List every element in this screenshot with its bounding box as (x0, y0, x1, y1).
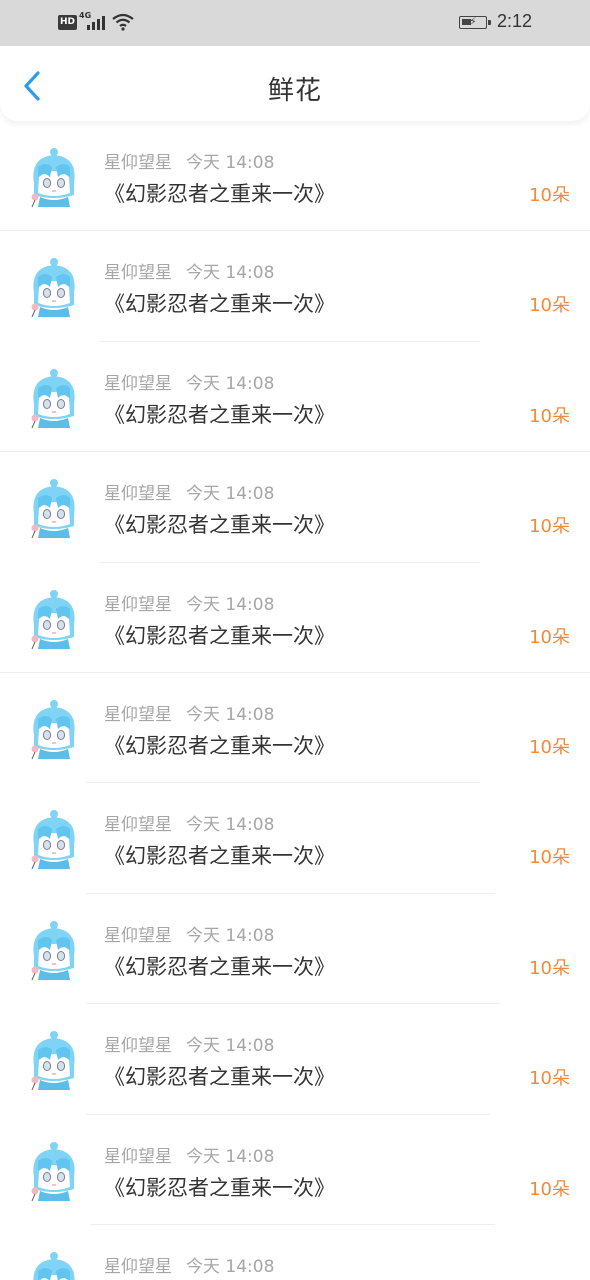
timestamp: 今天 14:08 (186, 815, 275, 836)
item-meta: 星仰望星 今天 14:08 (104, 148, 274, 173)
list-item[interactable]: 星仰望星 今天 14:08 《幻影忍者之重来一次》 10朵 (0, 342, 590, 453)
hd-indicator: HD (58, 15, 78, 30)
user-name: 星仰望星 (104, 263, 172, 284)
user-name: 星仰望星 (104, 704, 172, 725)
flower-count: 10朵 (529, 185, 570, 206)
item-meta: 星仰望星 今天 14:08 (104, 921, 274, 946)
item-meta: 星仰望星 今天 14:08 (104, 1142, 274, 1167)
flower-count: 10朵 (529, 516, 570, 538)
timestamp: 今天 14:08 (186, 1256, 275, 1277)
flower-count: 10朵 (529, 1068, 570, 1090)
battery-charging-icon: ⚡ (459, 15, 491, 29)
user-name: 星仰望星 (104, 815, 172, 836)
list-item[interactable]: 星仰望星 今天 14:08 《幻影忍者之重来一次》 10朵 (0, 673, 590, 784)
flower-count: 10朵 (529, 626, 570, 648)
avatar (26, 147, 82, 209)
timestamp: 今天 14:08 (186, 263, 275, 284)
timestamp: 今天 14:08 (186, 153, 275, 173)
avatar (26, 368, 82, 430)
list-item[interactable]: 星仰望星 今天 14:08 《幻影忍者之重来一次》 10朵 (0, 1004, 590, 1115)
list-item[interactable]: 星仰望星 今天 14:08 《幻影忍者之重来一次》 10朵 (0, 1115, 590, 1225)
book-title: 《幻影忍者之重来一次》 (104, 182, 335, 206)
timestamp: 今天 14:08 (186, 704, 275, 725)
navigation-header: 鲜花 (0, 46, 590, 121)
avatar (26, 589, 82, 651)
list-item[interactable]: 星仰望星 今天 14:08 《幻影忍者之重来一次》 10朵 (0, 783, 590, 894)
user-name: 星仰望星 (104, 153, 172, 173)
book-title: 《幻影忍者之重来一次》 (104, 733, 335, 758)
item-meta: 星仰望星 今天 14:08 (104, 1031, 274, 1056)
avatar (26, 478, 82, 540)
book-title: 《幻影忍者之重来一次》 (104, 623, 335, 648)
flower-count: 10朵 (529, 847, 570, 869)
timestamp: 今天 14:08 (186, 373, 275, 394)
wifi-icon (112, 13, 134, 35)
avatar (26, 809, 82, 871)
item-meta: 星仰望星 今天 14:08 (104, 810, 274, 835)
item-meta: 星仰望星 今天 14:08 (104, 369, 274, 394)
status-bar: HD 4G ⚡ 2:12 (0, 0, 590, 46)
flower-count: 10朵 (529, 736, 570, 758)
timestamp: 今天 14:08 (186, 1146, 275, 1167)
user-name: 星仰望星 (104, 925, 172, 946)
timestamp: 今天 14:08 (186, 594, 275, 615)
item-meta: 星仰望星 今天 14:08 (104, 258, 274, 283)
signal-icon (87, 14, 109, 30)
avatar (26, 920, 82, 982)
avatar (26, 1251, 82, 1280)
item-meta: 星仰望星 今天 14:08 (104, 590, 274, 615)
book-title: 《幻影忍者之重来一次》 (104, 292, 335, 317)
list-item[interactable]: 星仰望星 今天 14:08 《幻影忍者之重来一次》 10朵 (0, 452, 590, 563)
book-title: 《幻影忍者之重来一次》 (104, 844, 335, 869)
avatar (26, 1141, 82, 1203)
avatar (26, 1030, 82, 1092)
flower-count: 10朵 (529, 295, 570, 317)
flower-record-list: 星仰望星 今天 14:08 《幻影忍者之重来一次》 10朵 星仰望星 今天 14… (0, 121, 590, 1280)
flower-count: 10朵 (529, 1178, 570, 1200)
item-meta: 星仰望星 今天 14:08 (104, 700, 274, 725)
flower-count: 10朵 (529, 957, 570, 979)
clock: 2:12 (497, 11, 533, 31)
book-title: 《幻影忍者之重来一次》 (104, 402, 335, 427)
user-name: 星仰望星 (104, 484, 172, 505)
item-meta: 星仰望星 今天 14:08 (104, 479, 274, 504)
item-meta: 星仰望星 今天 14:08 (104, 1252, 274, 1277)
book-title: 《幻影忍者之重来一次》 (104, 513, 335, 538)
user-name: 星仰望星 (104, 373, 172, 394)
list-item[interactable]: 星仰望星 今天 14:08 《幻影忍者之重来一次》 10朵 (0, 894, 590, 1005)
timestamp: 今天 14:08 (186, 1036, 275, 1057)
page-title: 鲜花 (267, 76, 322, 106)
timestamp: 今天 14:08 (186, 925, 275, 946)
user-name: 星仰望星 (104, 1256, 172, 1277)
book-title: 《幻影忍者之重来一次》 (104, 1065, 335, 1090)
user-name: 星仰望星 (104, 1036, 172, 1057)
avatar (26, 257, 82, 319)
user-name: 星仰望星 (104, 1146, 172, 1167)
user-name: 星仰望星 (104, 594, 172, 615)
timestamp: 今天 14:08 (186, 484, 275, 505)
flowers-screen: HD 4G ⚡ 2:12 鲜花 星仰望星 今天 14:08 《幻影忍者之重来一次… (0, 0, 590, 1280)
list-item[interactable]: 星仰望星 今天 14:08 《幻影忍者之重来一次》 10朵 (0, 121, 590, 232)
book-title: 《幻影忍者之重来一次》 (104, 954, 335, 979)
book-title: 《幻影忍者之重来一次》 (104, 1175, 335, 1200)
avatar (26, 699, 82, 761)
flower-count: 10朵 (529, 405, 570, 427)
list-item[interactable]: 星仰望星 今天 14:08 (0, 1225, 590, 1280)
list-item[interactable]: 星仰望星 今天 14:08 《幻影忍者之重来一次》 10朵 (0, 563, 590, 673)
list-item[interactable]: 星仰望星 今天 14:08 《幻影忍者之重来一次》 10朵 (0, 231, 590, 342)
